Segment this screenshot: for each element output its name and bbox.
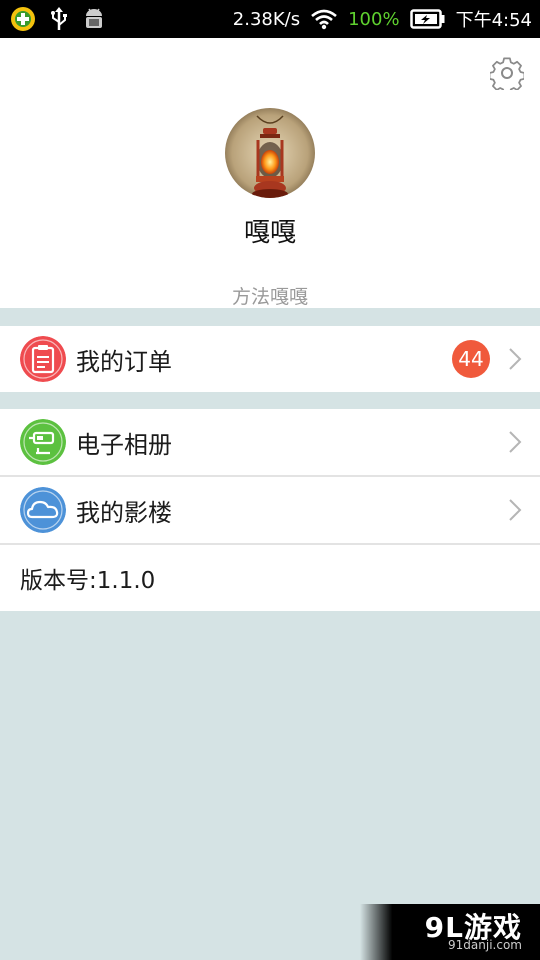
network-speed: 2.38K/s — [232, 8, 301, 30]
clipboard-icon — [20, 336, 66, 382]
menu-item-label: 我的影楼 — [76, 498, 172, 527]
menu-item-label: 电子相册 — [76, 430, 172, 459]
profile-header: 嘎嘎 方法嘎嘎 — [0, 38, 540, 308]
avatar[interactable] — [225, 108, 315, 198]
usb-icon — [51, 7, 67, 30]
menu-item-cinema[interactable]: 我的影楼 — [0, 475, 540, 543]
battery-percent: 100% — [348, 8, 400, 30]
android-debug-icon — [86, 8, 102, 28]
orders-count-badge: 44 — [452, 340, 490, 378]
watermark-url: 91danji.com — [448, 938, 522, 952]
version-row: 版本号:1.1.0 — [0, 543, 540, 611]
album-icon — [20, 419, 66, 465]
profile-name: 嘎嘎 — [243, 218, 296, 248]
gear-icon[interactable] — [490, 56, 524, 90]
chevron-right-icon — [509, 348, 522, 370]
chevron-right-icon — [509, 499, 522, 521]
profile-signature: 方法嘎嘎 — [231, 286, 308, 308]
cloud-icon — [20, 487, 66, 533]
menu-item-orders[interactable]: 我的订单 44 — [0, 326, 540, 392]
lantern-photo — [225, 108, 315, 198]
battery-charging-icon — [409, 9, 445, 29]
orders-group: 我的订单 44 — [0, 326, 540, 392]
chevron-right-icon — [509, 431, 522, 453]
menu-item-label: 我的订单 — [76, 347, 172, 376]
wifi-icon — [311, 9, 337, 30]
plus-circle-icon — [11, 7, 35, 31]
status-bar: 2.38K/s 100% 下午4:54 — [0, 0, 540, 38]
watermark: 9L游戏 91danji.com — [360, 904, 540, 960]
menu-item-album[interactable]: 电子相册 — [0, 409, 540, 475]
main-menu-group: 电子相册 我的影楼 版本号:1.1.0 — [0, 409, 540, 611]
version-label: 版本号:1.1.0 — [20, 568, 156, 594]
clock: 下午4:54 — [455, 10, 532, 31]
